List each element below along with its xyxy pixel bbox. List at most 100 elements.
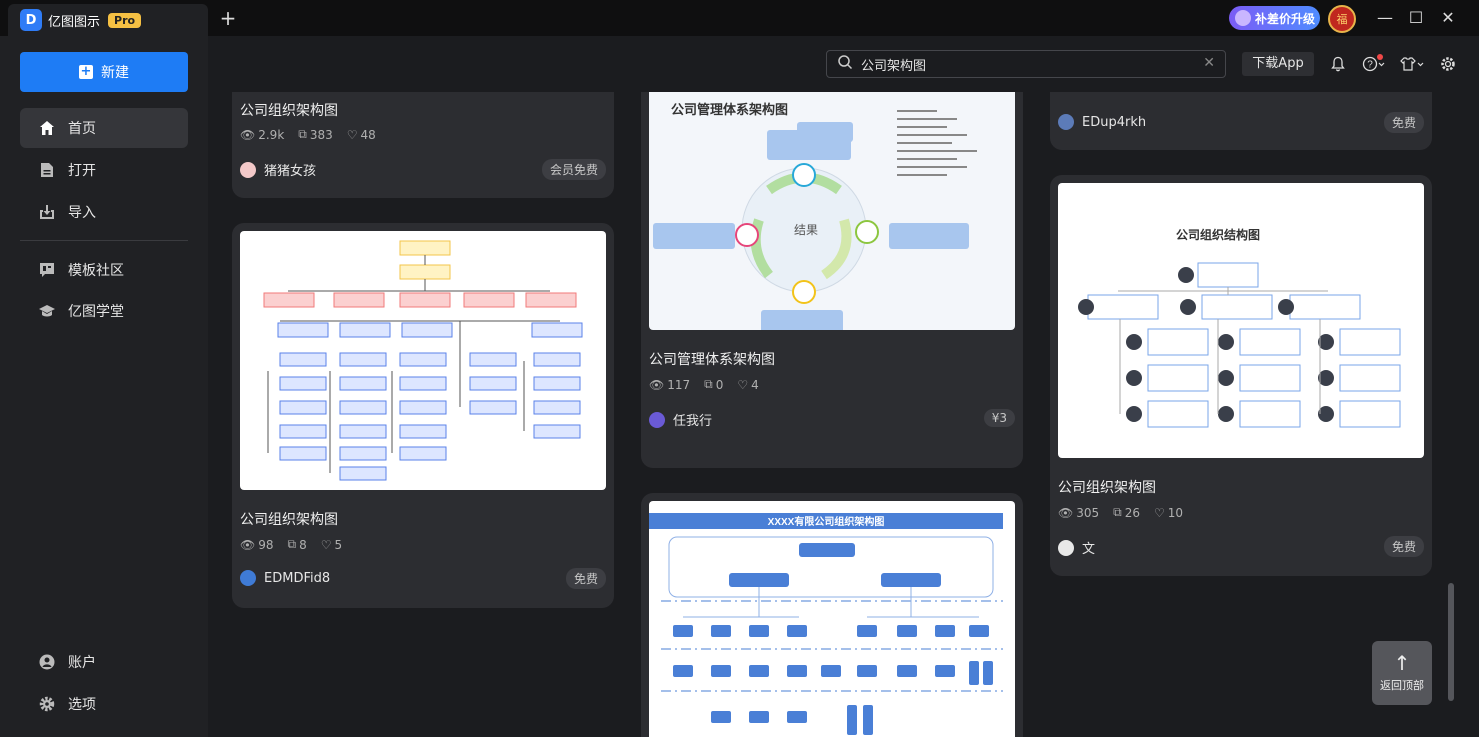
card-author[interactable]: 猪猪女孩 — [240, 160, 316, 179]
copies-count: 26 — [1124, 505, 1140, 520]
card-stats: 👁 98 ⧉ 8 ♡ 5 — [240, 537, 342, 552]
card-author[interactable]: EDup4rkh — [1058, 114, 1146, 130]
app-name: 亿图图示 — [48, 14, 101, 30]
new-tab-button[interactable]: + — [218, 6, 238, 30]
likes-count: 5 — [334, 537, 343, 552]
import-icon — [38, 203, 56, 221]
svg-text:?: ? — [1367, 60, 1373, 71]
card-stats: 👁 305 ⧉ 26 ♡ 10 — [1058, 505, 1183, 520]
card-title: 公司组织架构图 — [240, 512, 338, 528]
template-card[interactable]: 公司组织架构图 👁 2.9k ⧉ 383 ♡ 48 猪猪女孩 会员免费 — [232, 92, 614, 198]
avatar — [1058, 114, 1074, 130]
file-icon — [38, 161, 56, 179]
sidebar-item-label: 亿图学堂 — [68, 304, 124, 320]
help-icon[interactable]: ? — [1360, 52, 1388, 76]
avatar — [1058, 539, 1074, 556]
sidebar-item-label: 账户 — [68, 655, 96, 671]
upgrade-button[interactable]: 补差价升级 — [1229, 6, 1320, 30]
card-stats: 👁 2.9k ⧉ 383 ♡ 48 — [240, 127, 376, 142]
card-title: 公司管理体系架构图 — [649, 352, 775, 368]
avatar — [649, 411, 665, 428]
plus-icon: + — [79, 64, 93, 79]
close-button[interactable]: ✕ — [1438, 8, 1458, 28]
copies-count: 383 — [309, 127, 333, 142]
avatar — [240, 570, 256, 586]
card-title: 公司组织架构图 — [240, 103, 338, 119]
author-name: 猪猪女孩 — [264, 164, 317, 179]
template-thumbnail[interactable]: 公司组织结构图 — [1058, 183, 1424, 458]
sidebar-item-import[interactable]: 导入 — [20, 192, 188, 232]
back-to-top-button[interactable]: ↑ 返回顶部 — [1372, 641, 1432, 705]
sidebar-item-open[interactable]: 打开 — [20, 150, 188, 190]
theme-icon[interactable] — [1398, 52, 1426, 76]
eye-icon: 👁 — [240, 127, 256, 142]
search-input[interactable]: 公司架构图 ✕ — [826, 50, 1226, 78]
app-tab[interactable]: D 亿图图示 Pro — [8, 4, 208, 36]
clear-icon[interactable]: ✕ — [1203, 55, 1215, 71]
template-card[interactable]: 公司组织结构图 公司组织架构图 👁 305 ⧉ 26 ♡ 10 文 免费 — [1050, 175, 1432, 576]
sidebar-item-label: 模板社区 — [68, 263, 124, 279]
sidebar-divider — [20, 240, 188, 241]
sidebar-item-label: 选项 — [68, 697, 96, 713]
card-title: 公司组织架构图 — [1058, 480, 1156, 496]
download-app-button[interactable]: 下载App — [1242, 52, 1314, 76]
card-author[interactable]: 任我行 — [649, 410, 712, 429]
copies-count: 8 — [299, 537, 307, 552]
card-author[interactable]: EDMDFid8 — [240, 570, 330, 586]
upgrade-icon — [1235, 10, 1251, 26]
eye-icon: 👁 — [649, 377, 665, 392]
sidebar-item-academy[interactable]: 亿图学堂 — [20, 291, 188, 331]
avatar — [240, 161, 256, 178]
thumbnail-title: 公司组织结构图 — [1176, 227, 1260, 242]
price-tag: ¥3 — [983, 409, 1015, 427]
app-logo: D — [20, 9, 42, 31]
sidebar-item-account[interactable]: 账户 — [20, 642, 188, 682]
upgrade-label: 补差价升级 — [1255, 11, 1316, 26]
sidebar-item-label: 打开 — [68, 163, 96, 179]
template-card[interactable]: 公司管理体系架构图 结果 公司管理体系架构图 👁 117 ⧉ 0 ♡ 4 任我行… — [641, 92, 1023, 468]
template-thumbnail[interactable]: 公司管理体系架构图 结果 — [649, 92, 1015, 330]
card-author[interactable]: 文 — [1058, 538, 1095, 557]
arrow-up-icon: ↑ — [1393, 651, 1411, 675]
user-avatar[interactable]: 福 — [1328, 5, 1356, 33]
card-stats: 👁 117 ⧉ 0 ♡ 4 — [649, 377, 759, 392]
template-thumbnail[interactable]: XXXX有限公司组织架构图 — [649, 501, 1015, 737]
home-icon — [38, 119, 56, 137]
copy-icon: ⧉ — [298, 127, 307, 141]
back-to-top-label: 返回顶部 — [1380, 679, 1424, 692]
template-card[interactable]: 公司组织架构图 👁 98 ⧉ 8 ♡ 5 EDMDFid8 免费 — [232, 223, 614, 608]
template-thumbnail[interactable] — [240, 231, 606, 490]
sidebar-item-options[interactable]: 选项 — [20, 684, 188, 724]
minimize-button[interactable]: — — [1375, 8, 1395, 28]
community-icon — [38, 261, 56, 279]
views-count: 98 — [258, 537, 274, 552]
sidebar-item-home[interactable]: 首页 — [20, 108, 188, 148]
author-name: EDMDFid8 — [264, 570, 331, 586]
template-card[interactable]: XXXX有限公司组织架构图 — [641, 493, 1023, 737]
views-count: 305 — [1076, 505, 1100, 520]
heart-icon: ♡ — [346, 127, 358, 142]
sidebar-item-label: 首页 — [68, 121, 96, 137]
price-tag: 免费 — [1383, 112, 1424, 133]
template-card[interactable]: EDup4rkh 免费 — [1050, 92, 1432, 150]
settings-icon[interactable] — [1436, 52, 1460, 76]
price-tag: 免费 — [565, 568, 606, 589]
copy-icon: ⧉ — [287, 537, 297, 551]
likes-count: 4 — [751, 377, 759, 392]
new-button-label: 新建 — [101, 65, 129, 81]
price-tag: 会员免费 — [541, 159, 606, 180]
thumbnail-title: XXXX有限公司组织架构图 — [768, 515, 885, 528]
copy-icon: ⧉ — [704, 377, 713, 391]
scrollbar[interactable] — [1448, 583, 1454, 701]
graduation-cap-icon — [38, 302, 56, 320]
sidebar-item-template-community[interactable]: 模板社区 — [20, 250, 188, 290]
new-button[interactable]: + 新建 — [20, 52, 188, 92]
author-name: 任我行 — [673, 414, 713, 429]
heart-icon: ♡ — [320, 537, 332, 552]
likes-count: 48 — [360, 127, 376, 142]
copy-icon: ⧉ — [1113, 505, 1122, 519]
maximize-button[interactable]: ☐ — [1406, 8, 1426, 28]
search-icon — [837, 54, 853, 74]
bell-icon[interactable] — [1326, 52, 1350, 76]
sidebar: + 新建 首页 打开 导入 模板社区 亿图学堂 账户 选项 — [0, 36, 208, 737]
